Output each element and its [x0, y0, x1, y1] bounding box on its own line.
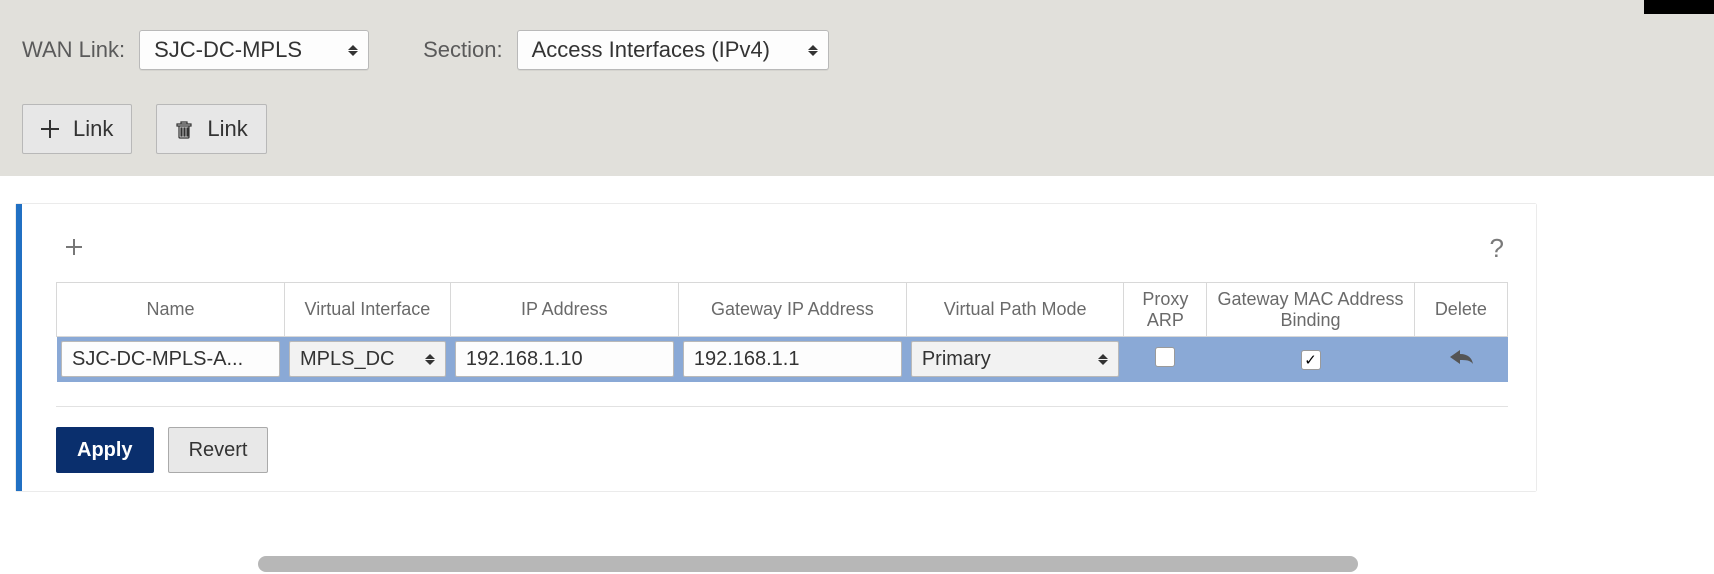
ip-address-value: 192.168.1.10: [466, 348, 583, 371]
filter-toolbar: WAN Link: SJC-DC-MPLS Section: Access In…: [0, 0, 1714, 176]
gateway-ip-value: 192.168.1.1: [694, 348, 800, 371]
wan-link-value: SJC-DC-MPLS: [154, 37, 302, 63]
add-row-button[interactable]: [56, 228, 92, 268]
col-header-gateway-ip: Gateway IP Address: [678, 283, 906, 337]
plus-icon: [41, 120, 59, 138]
chevron-sort-icon: [1098, 354, 1108, 365]
name-value: SJC-DC-MPLS-A...: [72, 348, 243, 371]
horizontal-scrollbar[interactable]: [258, 556, 1358, 572]
apply-button[interactable]: Apply: [56, 427, 154, 473]
section-select[interactable]: Access Interfaces (IPv4): [517, 30, 829, 70]
chevron-sort-icon: [348, 45, 358, 56]
row-delete-button[interactable]: [1448, 348, 1474, 366]
gateway-ip-input[interactable]: 192.168.1.1: [683, 341, 902, 377]
ip-address-input[interactable]: 192.168.1.10: [455, 341, 674, 377]
undo-arrow-icon: [1448, 348, 1474, 366]
help-button[interactable]: ?: [1486, 229, 1508, 268]
chevron-sort-icon: [808, 45, 818, 56]
col-header-delete: Delete: [1414, 283, 1507, 337]
wan-link-label: WAN Link:: [22, 37, 125, 63]
decorative-tab: [1644, 0, 1714, 14]
wan-link-select[interactable]: SJC-DC-MPLS: [139, 30, 369, 70]
trash-icon: [175, 119, 193, 139]
col-header-ip-address: IP Address: [450, 283, 678, 337]
section-value: Access Interfaces (IPv4): [532, 37, 770, 63]
chevron-sort-icon: [425, 354, 435, 365]
table-row[interactable]: SJC-DC-MPLS-A... MPLS_DC 192.168.1.10: [57, 337, 1508, 382]
virtual-path-mode-value: Primary: [922, 348, 991, 371]
revert-button[interactable]: Revert: [168, 427, 269, 473]
delete-link-button[interactable]: Link: [156, 104, 266, 154]
col-header-proxy-arp: Proxy ARP: [1124, 283, 1207, 337]
virtual-interface-select[interactable]: MPLS_DC: [289, 341, 446, 377]
virtual-interface-value: MPLS_DC: [300, 348, 394, 371]
col-header-gateway-mac: Gateway MAC Address Binding: [1207, 283, 1414, 337]
plus-icon: [64, 237, 84, 257]
access-interfaces-table: Name Virtual Interface IP Address Gatewa…: [56, 282, 1508, 382]
col-header-virtual-path-mode: Virtual Path Mode: [906, 283, 1124, 337]
add-link-label: Link: [73, 116, 113, 142]
add-link-button[interactable]: Link: [22, 104, 132, 154]
delete-link-label: Link: [207, 116, 247, 142]
virtual-path-mode-select[interactable]: Primary: [911, 341, 1120, 377]
name-input[interactable]: SJC-DC-MPLS-A...: [61, 341, 280, 377]
separator: [56, 406, 1508, 407]
proxy-arp-checkbox[interactable]: [1155, 347, 1175, 367]
access-interfaces-panel: ? Name Virtual Interface IP Address Gate…: [16, 204, 1536, 491]
section-label: Section:: [423, 37, 503, 63]
col-header-name: Name: [57, 283, 285, 337]
gateway-mac-binding-checkbox[interactable]: [1301, 350, 1321, 370]
col-header-virtual-interface: Virtual Interface: [285, 283, 451, 337]
